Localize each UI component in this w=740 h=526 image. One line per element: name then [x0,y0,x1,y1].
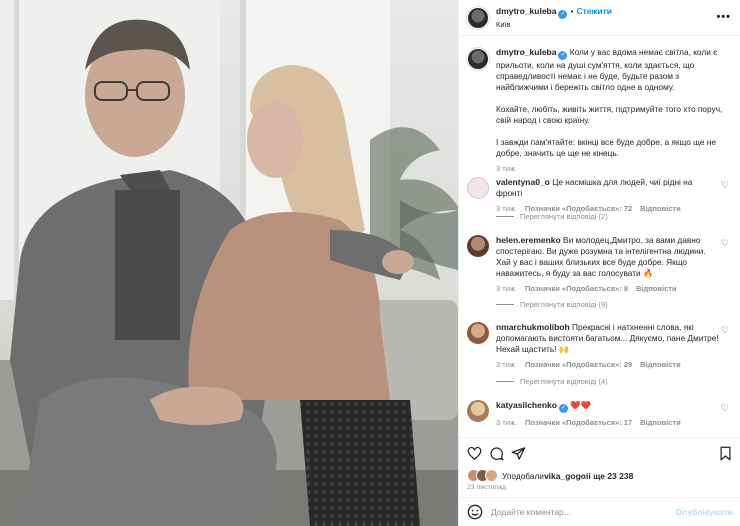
separator-dot: • [570,5,574,16]
view-replies-label: Переглянути відповіді (4) [520,377,608,386]
reply-button[interactable]: Відповісти [640,360,681,369]
emoji-icon[interactable] [467,504,483,520]
comment-text: ❤️❤️ [570,400,591,410]
comment-bubble-icon[interactable] [489,446,504,461]
reply-button[interactable]: Відповісти [640,418,681,427]
comment-likes[interactable]: Позначки «Подобається»: 8 [525,284,628,293]
comment-body: valentyna0_o Це насмішка для людей, чиї … [496,177,720,214]
view-replies-button[interactable]: Переглянути відповіді (4) [496,377,608,386]
comment-item: helen.eremenko Ви молодец,Дмитро, за вам… [467,235,737,294]
view-replies-label: Переглянути відповіді (2) [520,212,608,221]
commenter-username[interactable]: valentyna0_o [496,177,550,187]
author-username[interactable]: dmytro_kuleba [496,6,556,16]
view-replies-button[interactable]: Переглянути відповіді (9) [496,300,608,309]
author-info: dmytro_kuleba ✓ • Стежити Київ [496,6,612,30]
publish-button[interactable]: Опублікувати [676,507,733,517]
comment-meta: 3 тиж. Позначки «Подобається»: 17 Відповіс… [496,417,720,428]
comment-item: nmarchukmoliboh Прекрасні і натхненні сл… [467,322,737,370]
commenter-avatar[interactable] [467,177,489,199]
comment-likes[interactable]: Позначки «Подобається»: 29 [525,360,632,369]
caption-avatar[interactable] [467,48,489,70]
like-comment-heart-icon[interactable]: ♡ [721,180,729,191]
share-send-icon[interactable] [511,446,526,461]
more-options-icon[interactable]: ••• [716,11,731,23]
post-photo[interactable] [0,0,458,526]
follow-button[interactable]: Стежити [576,6,612,16]
caption-body: dmytro_kuleba ✓ Коли у вас вдома немає св… [496,47,732,174]
liked-by-summary[interactable]: Уподобали vika_gogoi і ще 23 238 [467,469,633,482]
post-location[interactable]: Київ [496,19,612,30]
verified-badge-icon: ✓ [558,51,568,60]
caption-paragraph-3: І завжди пам'ятайте: вкінці все буде доб… [496,137,716,158]
add-comment-bar: Опублікувати [459,497,740,526]
replies-line [496,216,514,217]
comment-likes[interactable]: Позначки «Подобається»: 17 [525,418,632,427]
comment-time[interactable]: 3 тиж. [496,360,517,369]
comment-meta: 3 тиж. Позначки «Подобається»: 8 Відповіст… [496,283,720,294]
comment-item: katyasilchenko ✓ ❤️❤️ 3 тиж. Позначки «Под… [467,400,737,428]
comment-meta: 3 тиж. Позначки «Подобається»: 29 Відповіс… [496,359,720,370]
comment-body: katyasilchenko ✓ ❤️❤️ 3 тиж. Позначки «Под… [496,400,720,428]
comment-time[interactable]: 3 тиж. [496,284,517,293]
caption-time[interactable]: 3 тиж. [496,163,732,174]
caption-username[interactable]: dmytro_kuleba [496,47,556,57]
comment-body: helen.eremenko Ви молодец,Дмитро, за вам… [496,235,720,294]
caption-paragraph-2: Кохайте, любіть, живіть життя, підтримуй… [496,104,723,125]
liker-avatar [485,469,498,482]
liked-by-prefix: Уподобали [502,470,544,481]
like-comment-heart-icon[interactable]: ♡ [721,403,729,414]
post-caption: dmytro_kuleba ✓ Коли у вас вдома немає св… [467,47,733,174]
save-bookmark-icon[interactable] [718,446,733,461]
commenter-username[interactable]: katyasilchenko [496,400,557,410]
like-heart-icon[interactable] [467,446,482,461]
comment-item: valentyna0_o Це насмішка для людей, чиї … [467,177,737,214]
post-date[interactable]: 23 листопад [467,484,506,491]
replies-line [496,304,514,305]
comment-time[interactable]: 3 тиж. [496,418,517,427]
comment-body: nmarchukmoliboh Прекрасні і натхненні сл… [496,322,720,370]
reply-button[interactable]: Відповісти [640,204,681,213]
like-comment-heart-icon[interactable]: ♡ [721,238,729,249]
commenter-username[interactable]: helen.eremenko [496,235,561,245]
post-sidebar: dmytro_kuleba ✓ • Стежити Київ ••• dmytro_k… [458,0,740,526]
post-action-bar [459,437,740,469]
author-avatar[interactable] [467,6,489,29]
commenter-avatar[interactable] [467,235,489,257]
commenter-avatar[interactable] [467,322,489,344]
commenter-avatar[interactable] [467,400,489,422]
reply-button[interactable]: Відповісти [636,284,677,293]
post-header: dmytro_kuleba ✓ • Стежити Київ ••• [459,0,740,36]
verified-badge-icon: ✓ [558,404,568,413]
comment-input[interactable] [491,507,671,517]
replies-line [496,381,514,382]
photo-illustration [0,0,458,526]
liked-by-user[interactable]: vika_gogoi [544,471,588,481]
like-comment-heart-icon[interactable]: ♡ [721,325,729,336]
verified-badge-icon: ✓ [558,9,568,19]
view-replies-label: Переглянути відповіді (9) [520,300,608,309]
liked-by-suffix[interactable]: і ще 23 238 [588,471,633,481]
instagram-post-view: dmytro_kuleba ✓ • Стежити Київ ••• dmytro_k… [0,0,740,526]
view-replies-button[interactable]: Переглянути відповіді (2) [496,212,608,221]
commenter-username[interactable]: nmarchukmoliboh [496,322,570,332]
